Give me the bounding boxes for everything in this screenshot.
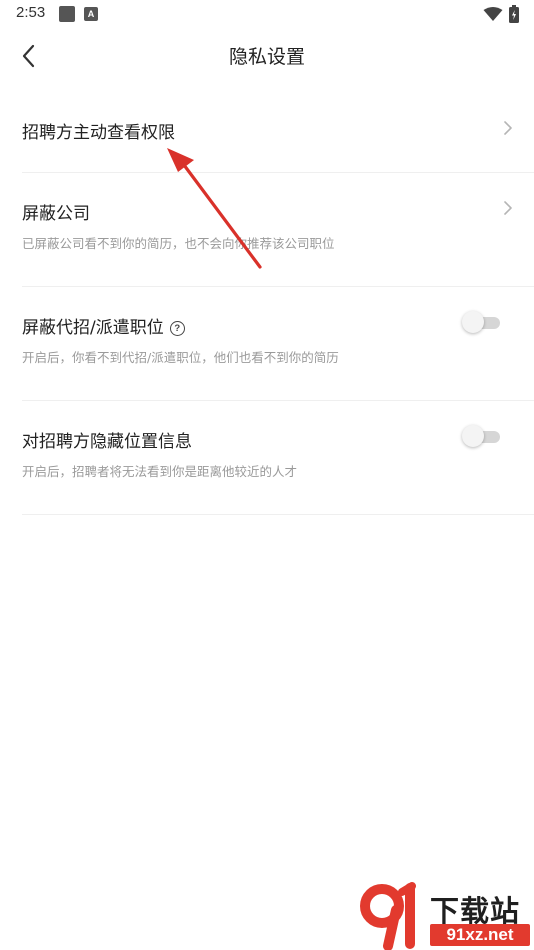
notification-square-icon [59, 6, 75, 22]
status-time: 2:53 [16, 4, 46, 21]
setting-title: 招聘方主动查看权限 [22, 123, 175, 143]
setting-title-wrap: 屏蔽代招/派遣职位? [22, 313, 185, 338]
chevron-right-icon [504, 121, 512, 135]
chevron-right-icon [504, 201, 512, 215]
setting-block-companies[interactable]: 屏蔽公司 已屏蔽公司看不到你的简历，也不会向你推荐该公司职位 [22, 173, 534, 287]
setting-recruiter-view-permission[interactable]: 招聘方主动查看权限 [22, 86, 534, 173]
wifi-icon [483, 7, 503, 21]
block-agency-toggle[interactable] [462, 311, 500, 333]
app-header: 隐私设置 [0, 28, 534, 84]
battery-icon [509, 5, 519, 23]
status-bar: 2:53 A [0, 0, 534, 28]
setting-title: 对招聘方隐藏位置信息 [22, 432, 192, 452]
page-title: 隐私设置 [228, 46, 305, 68]
setting-description: 开启后，你看不到代招/派遣职位，他们也看不到你的简历 [22, 350, 339, 365]
watermark-logo-icon [360, 882, 416, 950]
watermark-site: 91xz.net [430, 924, 530, 946]
setting-description: 已屏蔽公司看不到你的简历，也不会向你推荐该公司职位 [22, 236, 335, 251]
setting-description: 开启后，招聘者将无法看到你是距离他较近的人才 [22, 464, 298, 479]
help-icon[interactable]: ? [169, 321, 185, 336]
setting-title: 屏蔽代招/派遣职位 [22, 318, 164, 338]
toggle-knob [462, 425, 484, 447]
watermark: 下载站 91xz.net [358, 880, 534, 950]
hide-location-toggle[interactable] [462, 425, 500, 447]
setting-hide-location: 对招聘方隐藏位置信息 开启后，招聘者将无法看到你是距离他较近的人才 [22, 401, 534, 515]
setting-block-agency-jobs: 屏蔽代招/派遣职位? 开启后，你看不到代招/派遣职位，他们也看不到你的简历 [22, 287, 534, 401]
notification-a-icon: A [84, 7, 98, 21]
toggle-knob [462, 311, 484, 333]
setting-title: 屏蔽公司 [22, 204, 90, 224]
